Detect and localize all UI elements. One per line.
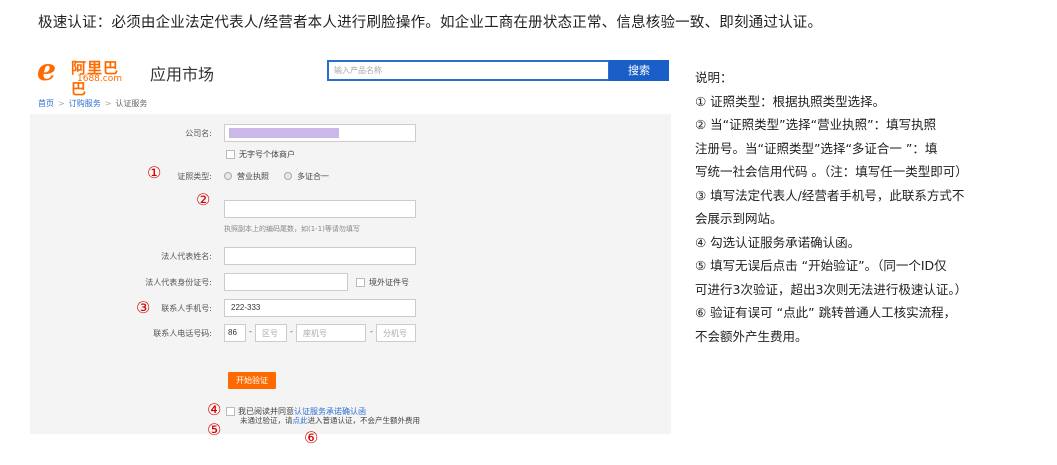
company-name-label: 公司名:: [185, 129, 212, 138]
phone-separator: -: [370, 327, 373, 336]
license-radio-business[interactable]: [224, 172, 232, 180]
legal-id-field[interactable]: [224, 273, 348, 291]
explanation-line: 可进行3次验证，超出3次则无法进行极速认证。）: [695, 281, 968, 297]
alibaba-logo[interactable]: e 阿里巴巴 1688.com: [37, 53, 133, 99]
no-name-checkbox[interactable]: [226, 150, 235, 159]
explanation-line: 注册号。当“证照类型”选择“多证合一 ”：填: [695, 140, 938, 156]
license-number-field[interactable]: [224, 200, 416, 218]
app-frame: e 阿里巴巴 1688.com 应用市场 输入产品名称 搜索 首页 > 订购服务 > 认…: [30, 52, 671, 452]
logo-mark: e: [37, 53, 57, 88]
license-option-business: 营业执照: [237, 172, 269, 181]
breadcrumb-current: 认证服务: [115, 99, 148, 108]
start-verify-button[interactable]: 开始验证: [228, 372, 276, 389]
explanation-line: 不会额外产生费用。: [695, 328, 808, 344]
auth-form: 公司名: 无字号个体商户 证照类型: 营业执照 多证合一 执照副本上的编码尾数，…: [30, 114, 671, 438]
agree-checkbox[interactable]: [226, 407, 235, 416]
explanation-line: ③ 填写法定代表人/经营者手机号，此联系方式不: [695, 187, 965, 203]
header: e 阿里巴巴 1688.com 应用市场 输入产品名称 搜索: [30, 52, 671, 99]
phone-separator: -: [290, 327, 293, 336]
license-radio-multi[interactable]: [284, 172, 292, 180]
breadcrumb-order[interactable]: 订购服务: [69, 99, 101, 108]
marker-1: ①: [147, 163, 162, 182]
license-hint: 执照副本上的编码尾数，如(1-1)等请勿填写: [224, 225, 360, 233]
marker-2: ②: [196, 190, 211, 209]
marker-4: ④: [207, 400, 222, 419]
app-title: 应用市场: [150, 65, 215, 84]
phone-separator: -: [249, 327, 252, 336]
normal-auth-link[interactable]: 点此: [293, 416, 308, 425]
search-button[interactable]: 搜索: [609, 60, 669, 81]
logo-subtext: 1688.com: [77, 74, 122, 84]
explanation-title: 说明：: [695, 70, 733, 85]
company-name-field[interactable]: [224, 124, 416, 142]
explanation-line: ② 当“证照类型”选择“营业执照”：填写执照: [695, 117, 937, 132]
explanation-panel: 说明： ① 证照类型：根据执照类型选择。 ② 当“证照类型”选择“营业执照”：填…: [695, 66, 1050, 348]
explanation-line: ⑤ 填写无误后点击 “开始验证”。（同一个ID仅: [695, 258, 947, 273]
license-option-multi: 多证合一: [297, 172, 329, 181]
bottom-note-prefix: 未通过验证，请: [240, 416, 293, 425]
phone-area-field[interactable]: 区号: [255, 324, 287, 342]
legal-name-label: 法人代表姓名:: [161, 252, 212, 261]
overseas-id-checkbox[interactable]: [356, 278, 365, 287]
overseas-id-label: 境外证件号: [369, 278, 409, 287]
legal-name-field[interactable]: [224, 247, 416, 265]
breadcrumb: 首页 > 订购服务 > 认证服务: [38, 98, 147, 109]
contact-mobile-field[interactable]: 222-333: [224, 299, 416, 317]
explanation-line: ⑥ 验证有误可 “点此” 跳转普通人工核实流程，: [695, 305, 957, 320]
company-name-redaction: [229, 128, 339, 138]
explanation-line: 写统一社会信用代码 。（注：填写任一类型即可）: [695, 164, 968, 179]
phone-ext-field[interactable]: 分机号: [376, 324, 416, 342]
search-input[interactable]: 输入产品名称: [327, 60, 610, 81]
explanation-line: ④ 勾选认证服务承诺确认函。: [695, 234, 861, 250]
top-note: 极速认证：必须由企业法定代表人/经营者本人进行刷脸操作。如企业工商在册状态正常、…: [38, 15, 823, 31]
contact-phone-label: 联系人电话号码:: [153, 329, 212, 338]
phone-number-field[interactable]: 座机号: [296, 324, 366, 342]
marker-3: ③: [136, 298, 151, 317]
phone-country-code-field[interactable]: 86: [224, 324, 246, 342]
legal-id-label: 法人代表身份证号:: [145, 278, 212, 287]
bottom-note-suffix: 进入普通认证，不会产生额外费用: [307, 416, 421, 425]
explanation-line: ① 证照类型：根据执照类型选择。: [695, 93, 886, 109]
chevron-right-icon: >: [58, 99, 65, 108]
no-name-label: 无字号个体商户: [239, 150, 295, 159]
explanation-line: 会展示到网站。: [695, 211, 783, 226]
marker-5: ⑤: [207, 420, 222, 439]
chevron-right-icon: >: [104, 99, 112, 108]
marker-6: ⑥: [304, 428, 319, 447]
bottom-note: 未通过验证，请点此进入普通认证，不会产生额外费用: [240, 415, 420, 426]
breadcrumb-home[interactable]: 首页: [38, 99, 54, 108]
